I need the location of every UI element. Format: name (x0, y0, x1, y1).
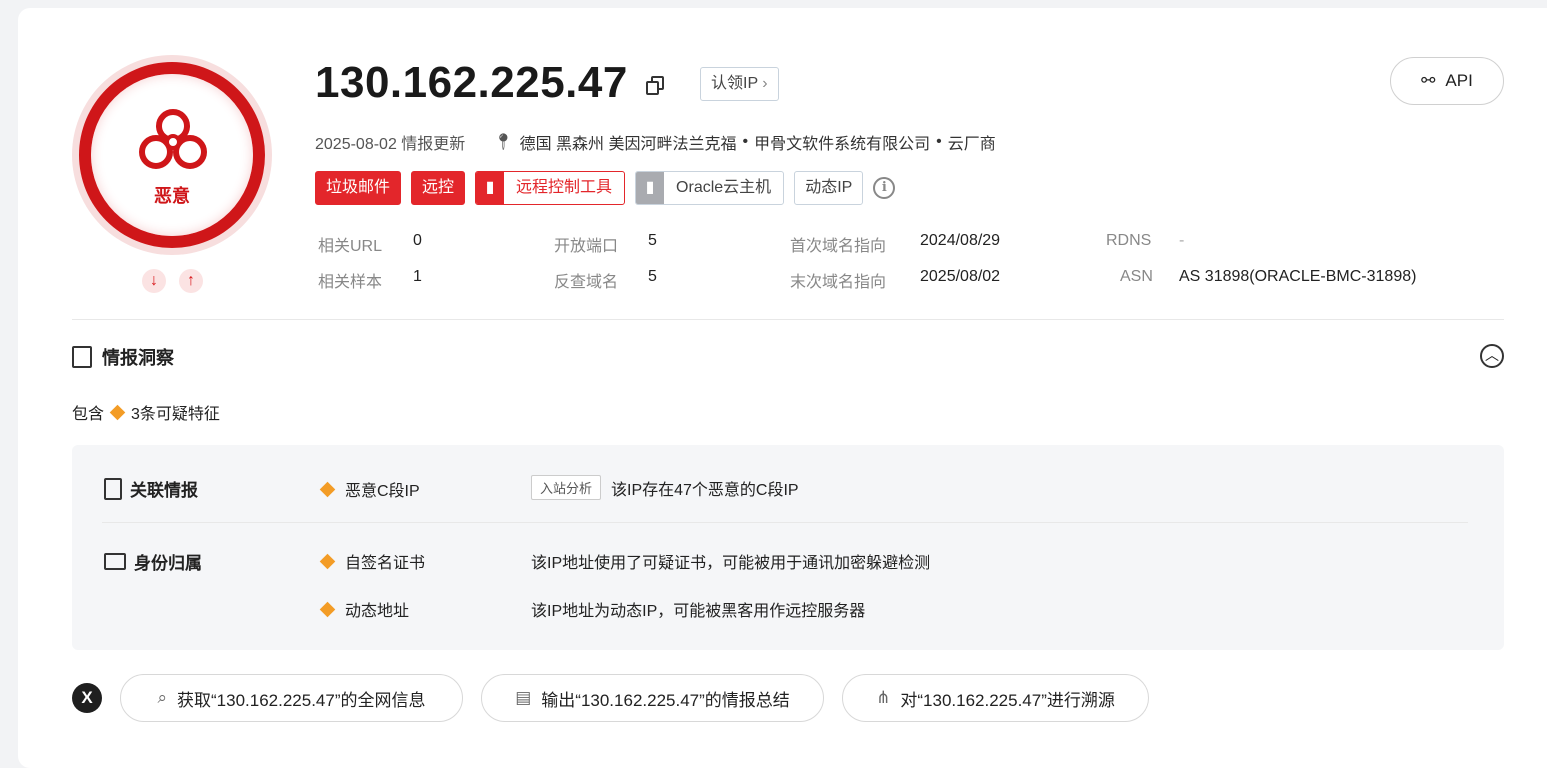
document-icon: ▤ (515, 688, 532, 707)
link-icon: ⚯ (1421, 71, 1436, 90)
diamond-icon (319, 481, 336, 497)
search-monitor-icon: ⌕ (157, 688, 168, 707)
bookmark-icon: ▮ (476, 172, 505, 204)
feature-item: 动态地址 (319, 597, 409, 621)
collapse-button[interactable]: ︿ (1480, 344, 1504, 368)
feature-description: 该IP存在47个恶意的C段IP (611, 481, 799, 499)
stat-first-domain: 2024/08/29 (920, 232, 1001, 249)
action-label: 对“130.162.225.47”进行溯源 (900, 690, 1115, 710)
tag-label: 远程控制工具 (516, 179, 613, 196)
ai-assistant-icon: X (72, 683, 102, 713)
group-title-label: 关联情报 (130, 481, 198, 500)
claim-ip-button[interactable]: 认领IP › (700, 67, 779, 101)
diamond-icon (319, 601, 336, 617)
group-title: 身份归属 (104, 549, 202, 574)
stat-related-url[interactable]: 0 (413, 232, 422, 250)
diamond-icon (109, 404, 126, 420)
direction-badge: 入站分析 (531, 475, 602, 500)
action-label: 输出“130.162.225.47”的情报总结 (541, 690, 790, 710)
provider-type: 云厂商 (947, 136, 996, 153)
feature-desc: 入站分析 该IP存在47个恶意的C段IP (531, 475, 799, 500)
tag-dynamic-ip[interactable]: 动态IP (794, 171, 864, 205)
report-eye-icon (72, 346, 92, 368)
feature-name[interactable]: 恶意C段IP (345, 477, 420, 501)
upvote-button[interactable]: ↑ (179, 269, 203, 293)
location: 德国 黑森州 美因河畔法兰克福 (519, 136, 737, 153)
organization: 甲骨文软件系统有限公司 (754, 136, 931, 153)
feature-description: 该IP地址使用了可疑证书，可能被用于通讯加密躲避检测 (531, 555, 931, 572)
tag-oracle-cloud[interactable]: ▮ Oracle云主机 (635, 171, 785, 205)
api-label: API (1445, 71, 1473, 90)
divider (72, 319, 1504, 320)
bookmark-icon: ▮ (636, 172, 665, 204)
divider (102, 522, 1468, 523)
stat-last-domain: 2025/08/02 (920, 268, 1001, 285)
stat-label: 开放端口 (554, 238, 619, 255)
stat-asn[interactable]: AS 31898(ORACLE-BMC-31898) (1179, 268, 1416, 286)
feature-item: 恶意C段IP (319, 477, 420, 501)
chevron-right-icon: › (762, 75, 768, 92)
group-title: 关联情报 (104, 476, 198, 501)
api-button[interactable]: ⚯ API (1390, 57, 1504, 105)
feature-name[interactable]: 动态地址 (345, 597, 409, 621)
tree-icon: ⋔ (876, 688, 891, 707)
location-pin-icon: 📍︎ (493, 134, 514, 151)
action-fetch-info[interactable]: ⌕ 获取“130.162.225.47”的全网信息 (120, 674, 463, 722)
downvote-button[interactable]: ↓ (142, 269, 166, 293)
feature-item: 自签名证书 (319, 549, 425, 573)
section-title: 情报洞察 (102, 348, 174, 368)
stat-label: 反查域名 (554, 274, 619, 291)
tag-remote-tool[interactable]: ▮ 远程控制工具 (475, 171, 626, 205)
meta-line: 2025-08-02 情报更新 📍︎ 德国 黑森州 美因河畔法兰克福 • 甲骨文软… (315, 130, 996, 154)
info-icon[interactable]: i (873, 177, 896, 199)
tag-label: Oracle云主机 (676, 179, 772, 196)
separator-dot: • (936, 133, 942, 150)
tag-list: 垃圾邮件 远控 ▮ 远程控制工具 ▮ Oracle云主机 动态IP i (315, 171, 896, 205)
copy-icon[interactable] (646, 76, 666, 96)
id-card-icon (104, 553, 126, 570)
action-summary[interactable]: ▤ 输出“130.162.225.47”的情报总结 (481, 674, 824, 722)
update-date: 2025-08-02 情报更新 (315, 136, 466, 153)
related-intel-icon (104, 477, 122, 500)
stat-label: ASN (1120, 268, 1153, 285)
verdict-label: 恶意 (154, 186, 190, 206)
stat-label: RDNS (1106, 232, 1152, 249)
tag-spam[interactable]: 垃圾邮件 (315, 171, 402, 205)
feature-name[interactable]: 自签名证书 (345, 549, 425, 573)
feature-summary: 包含 3条可疑特征 (72, 400, 220, 424)
stat-label: 相关URL (318, 238, 383, 255)
diamond-icon (319, 553, 336, 569)
ip-title: 130.162.225.47 (315, 58, 628, 107)
group-title-label: 身份归属 (134, 554, 202, 573)
stat-label: 相关样本 (318, 274, 383, 291)
action-trace[interactable]: ⋔ 对“130.162.225.47”进行溯源 (842, 674, 1149, 722)
separator-dot: • (742, 133, 749, 150)
stat-label: 末次域名指向 (790, 274, 887, 291)
stat-label: 首次域名指向 (790, 238, 887, 255)
stat-related-samples[interactable]: 1 (413, 268, 422, 286)
feature-description: 该IP地址为动态IP，可能被黑客用作远控服务器 (531, 603, 866, 620)
contain-prefix: 包含 (72, 406, 105, 423)
stat-open-ports[interactable]: 5 (648, 232, 657, 250)
stat-rdns: - (1179, 232, 1185, 249)
stat-reverse-domains[interactable]: 5 (648, 268, 657, 286)
biohazard-icon (139, 109, 207, 169)
tag-remote-control[interactable]: 远控 (411, 171, 466, 205)
feature-count: 3条可疑特征 (131, 406, 220, 423)
insight-header: 情报洞察 (72, 344, 174, 370)
action-label: 获取“130.162.225.47”的全网信息 (177, 690, 426, 710)
claim-ip-label: 认领IP (711, 75, 758, 92)
